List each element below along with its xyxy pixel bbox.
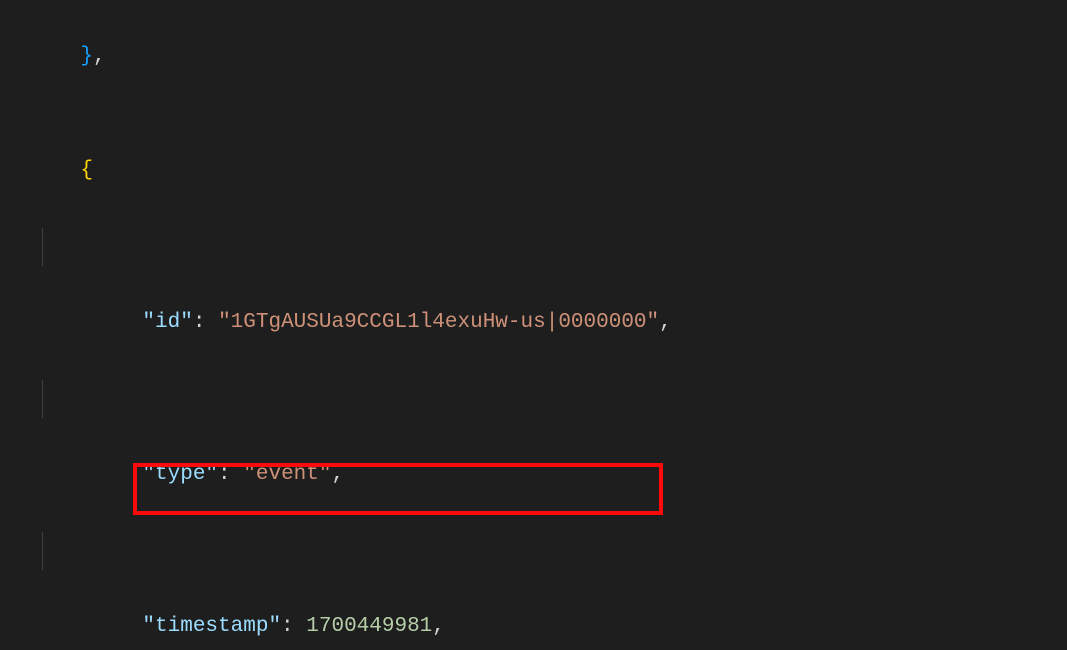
brace-open: { xyxy=(80,159,93,182)
code-line: "id": "1GTgAUSUa9CCGL1l4exuHw-us|0000000… xyxy=(20,228,1067,380)
json-val-type: "event" xyxy=(243,463,331,486)
json-key-type: "type" xyxy=(142,463,218,486)
code-line: }, xyxy=(20,0,1067,114)
code-line: "timestamp": 1700449981, xyxy=(20,532,1067,650)
brace-close: } xyxy=(80,45,93,68)
code-line: "type": "event", xyxy=(20,380,1067,532)
colon: : xyxy=(193,311,206,334)
json-key-id: "id" xyxy=(142,311,192,334)
json-key-timestamp: "timestamp" xyxy=(142,615,281,638)
json-val-id: "1GTgAUSUa9CCGL1l4exuHw-us|0000000" xyxy=(218,311,659,334)
code-editor[interactable]: }, { "id": "1GTgAUSUa9CCGL1l4exuHw-us|00… xyxy=(0,0,1067,650)
json-val-timestamp: 1700449981 xyxy=(306,615,432,638)
code-line: { xyxy=(20,114,1067,228)
comma: , xyxy=(659,311,672,334)
comma: , xyxy=(93,45,106,68)
